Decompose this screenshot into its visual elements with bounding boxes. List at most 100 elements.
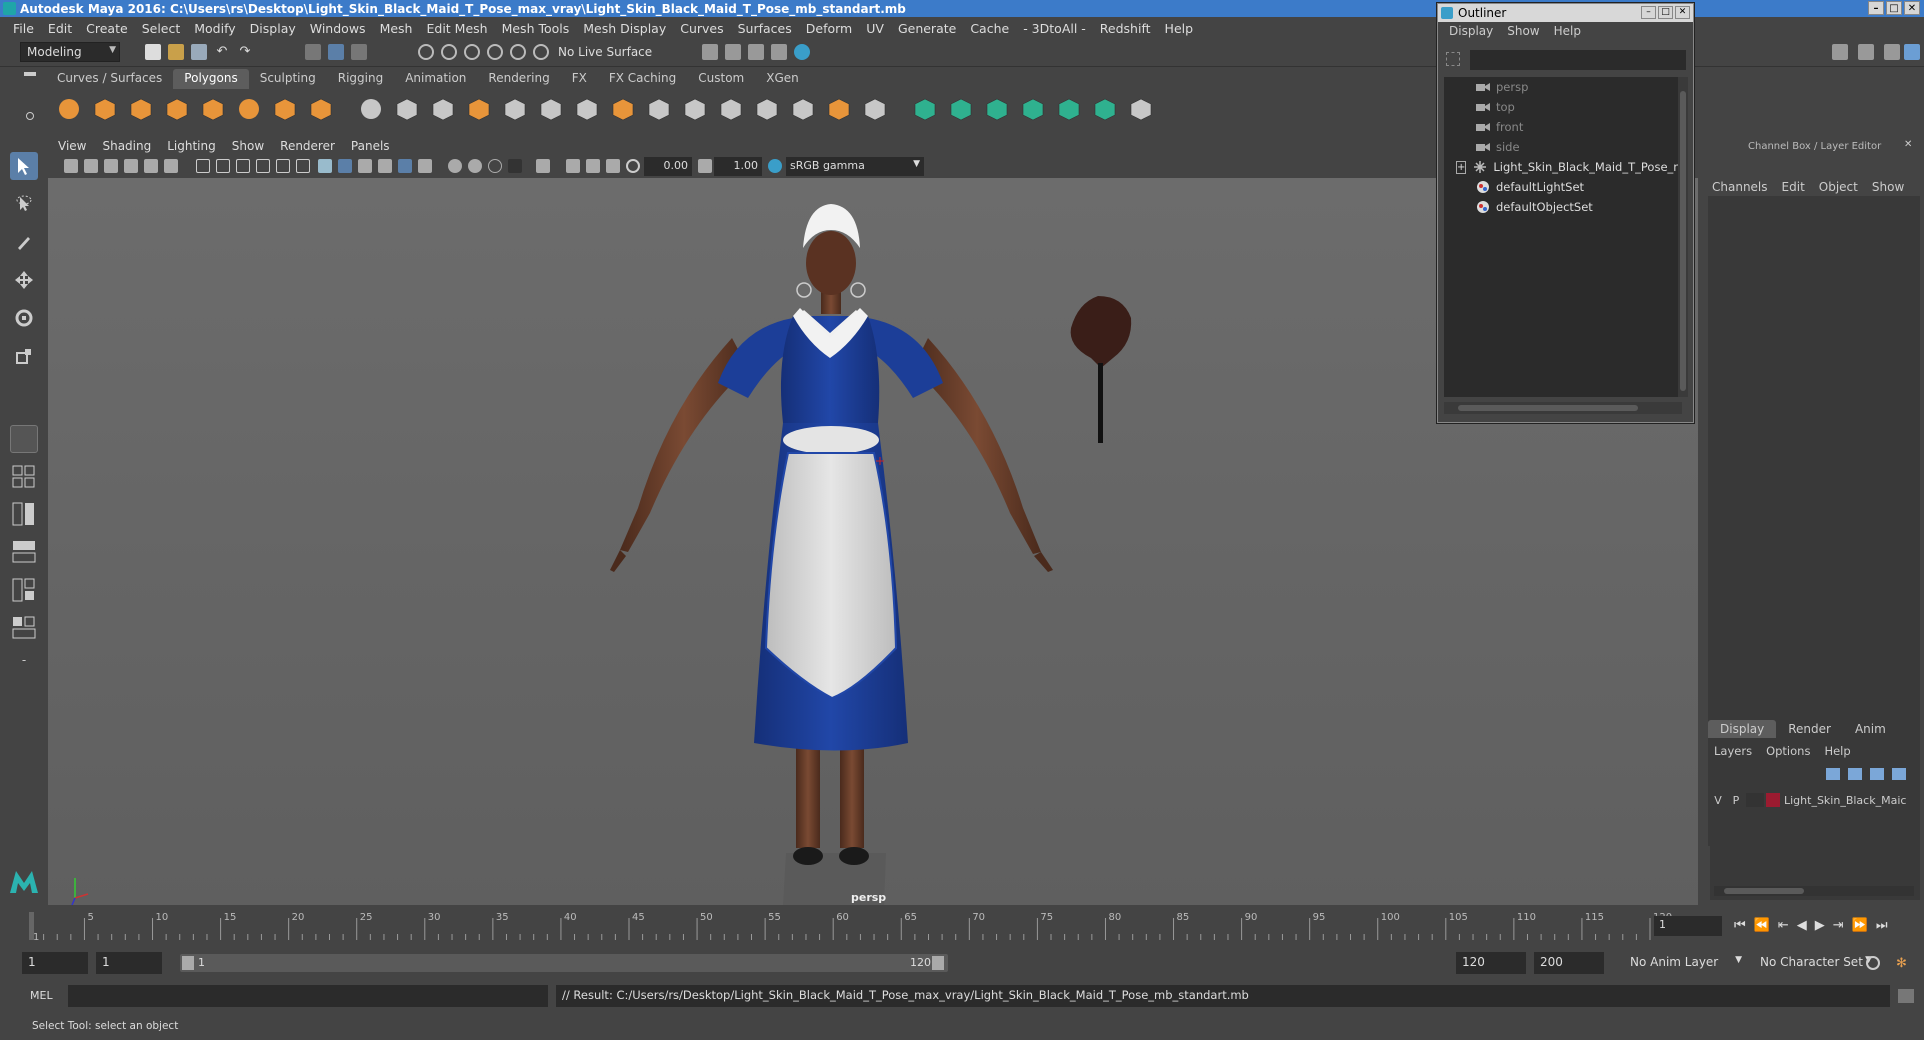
- snap-point-icon[interactable]: [464, 44, 480, 60]
- panel-menu-panels[interactable]: Panels: [343, 139, 398, 157]
- playback-start-field[interactable]: 1: [96, 952, 162, 974]
- grease-pencil-icon[interactable]: [164, 159, 178, 173]
- wireframe-on-shaded-icon[interactable]: [358, 159, 372, 173]
- uv-cylindrical-icon[interactable]: [984, 96, 1012, 124]
- gamma-icon[interactable]: [698, 159, 712, 173]
- poly-torus-icon[interactable]: [236, 96, 264, 124]
- shelf-tab-fx-caching[interactable]: FX Caching: [598, 69, 687, 89]
- channel-menu-show[interactable]: Show: [1872, 180, 1904, 194]
- anim-layer-dropdown[interactable]: No Anim Layer ▼: [1624, 952, 1744, 974]
- outliner-maximize-button[interactable]: □: [1658, 6, 1673, 19]
- panel-menu-view[interactable]: View: [50, 139, 94, 157]
- outliner-minimize-button[interactable]: –: [1641, 6, 1656, 19]
- poly-pipe-icon[interactable]: [308, 96, 336, 124]
- expand-icon[interactable]: +: [1456, 160, 1467, 174]
- hypershade-icon[interactable]: [794, 44, 810, 60]
- new-layer-icon[interactable]: [1870, 768, 1884, 780]
- channel-menu-edit[interactable]: Edit: [1782, 180, 1805, 194]
- minimize-button[interactable]: –: [1868, 1, 1884, 15]
- tool-settings-icon[interactable]: [1884, 44, 1900, 60]
- shelf-tab-sculpting[interactable]: Sculpting: [249, 69, 327, 89]
- layout-more-icon[interactable]: -: [10, 650, 38, 670]
- lasso-tool-icon[interactable]: [10, 190, 38, 218]
- layer-state-toggle[interactable]: [1746, 793, 1764, 807]
- shelf-tab-animation[interactable]: Animation: [394, 69, 477, 89]
- layer-playback-toggle[interactable]: P: [1726, 794, 1746, 807]
- layer-tab-display[interactable]: Display: [1708, 720, 1777, 738]
- panel-menu-renderer[interactable]: Renderer: [272, 139, 343, 157]
- redo-icon[interactable]: ↷: [237, 44, 253, 60]
- outliner-item[interactable]: + Light_Skin_Black_Maid_T_Pose_nc: [1444, 157, 1682, 177]
- gate-mask-icon[interactable]: [256, 159, 270, 173]
- step-back-frame-icon[interactable]: ⇤: [1778, 918, 1789, 933]
- menu-deform[interactable]: Deform: [799, 21, 859, 36]
- multicut-icon[interactable]: [610, 96, 638, 124]
- rotate-tool-icon[interactable]: [10, 304, 38, 332]
- render-current-icon[interactable]: [725, 44, 741, 60]
- outliner-horizontal-scrollbar[interactable]: [1444, 402, 1682, 414]
- image-plane-icon[interactable]: [124, 159, 138, 173]
- command-input[interactable]: [68, 985, 548, 1007]
- ipr-render-icon[interactable]: [748, 44, 764, 60]
- field-chart-icon[interactable]: [276, 159, 290, 173]
- menu-mesh[interactable]: Mesh: [373, 21, 420, 36]
- menu-help[interactable]: Help: [1158, 21, 1201, 36]
- animation-end-field[interactable]: 200: [1534, 952, 1604, 974]
- menu-select[interactable]: Select: [135, 21, 188, 36]
- live-surface-label[interactable]: No Live Surface: [556, 42, 656, 64]
- four-view-layout-icon[interactable]: [10, 462, 38, 492]
- cleanup-icon[interactable]: [1128, 96, 1156, 124]
- bookmark-icon[interactable]: [104, 159, 118, 173]
- xray-icon[interactable]: [566, 159, 580, 173]
- uv-automatic-icon[interactable]: [948, 96, 976, 124]
- character-set-dropdown[interactable]: No Character Set ▼: [1754, 952, 1874, 974]
- menu-mesh-tools[interactable]: Mesh Tools: [495, 21, 577, 36]
- step-forward-key-icon[interactable]: ⏩: [1852, 918, 1868, 933]
- menu-windows[interactable]: Windows: [303, 21, 373, 36]
- menu-surfaces[interactable]: Surfaces: [731, 21, 799, 36]
- move-tool-icon[interactable]: [10, 266, 38, 294]
- outliner-item[interactable]: side: [1444, 137, 1682, 157]
- outliner-search-input[interactable]: [1470, 50, 1686, 70]
- append-polygon-icon[interactable]: [790, 96, 818, 124]
- persp-graph-layout-icon[interactable]: [10, 538, 38, 566]
- insert-edge-loop-icon[interactable]: [646, 96, 674, 124]
- combine-icon[interactable]: [502, 96, 530, 124]
- layer-menu-help[interactable]: Help: [1824, 744, 1850, 758]
- menu-generate[interactable]: Generate: [891, 21, 963, 36]
- poly-cone-icon[interactable]: [164, 96, 192, 124]
- menu-create[interactable]: Create: [79, 21, 135, 36]
- outliner-item[interactable]: defaultObjectSet: [1444, 197, 1682, 217]
- resolution-gate-icon[interactable]: [236, 159, 250, 173]
- mirror-icon[interactable]: [574, 96, 602, 124]
- move-layer-up-icon[interactable]: [1826, 768, 1840, 780]
- isolate-select-icon[interactable]: [536, 159, 550, 173]
- transfer-attributes-icon[interactable]: [1092, 96, 1120, 124]
- maximize-button[interactable]: □: [1886, 1, 1902, 15]
- menu-uv[interactable]: UV: [859, 21, 891, 36]
- menu-3dtoall[interactable]: - 3DtoAll -: [1016, 21, 1093, 36]
- save-scene-icon[interactable]: [191, 44, 207, 60]
- attribute-editor-icon[interactable]: [1858, 44, 1874, 60]
- auto-key-icon[interactable]: [1866, 956, 1880, 970]
- color-management-icon[interactable]: [768, 159, 782, 173]
- panel-menu-lighting[interactable]: Lighting: [159, 139, 224, 157]
- outliner-vertical-scrollbar[interactable]: [1678, 77, 1688, 397]
- play-backward-icon[interactable]: ◀: [1797, 918, 1807, 933]
- outliner-close-button[interactable]: ✕: [1675, 6, 1690, 19]
- shelf-tab-xgen[interactable]: XGen: [755, 69, 810, 89]
- shelf-tab-rigging[interactable]: Rigging: [327, 69, 394, 89]
- menu-edit[interactable]: Edit: [41, 21, 79, 36]
- animation-start-field[interactable]: 1: [22, 952, 88, 974]
- grid-icon[interactable]: [196, 159, 210, 173]
- snap-view-icon[interactable]: [487, 44, 503, 60]
- camera-attributes-icon[interactable]: [84, 159, 98, 173]
- shelf-menu-icon[interactable]: [24, 72, 36, 76]
- anti-aliasing-icon[interactable]: [488, 159, 502, 173]
- shelf-tab-fx[interactable]: FX: [561, 69, 598, 89]
- snap-grid-icon[interactable]: [418, 44, 434, 60]
- menu-file[interactable]: File: [6, 21, 41, 36]
- select-component-icon[interactable]: [351, 44, 367, 60]
- target-weld-icon[interactable]: [682, 96, 710, 124]
- uv-planar-icon[interactable]: [912, 96, 940, 124]
